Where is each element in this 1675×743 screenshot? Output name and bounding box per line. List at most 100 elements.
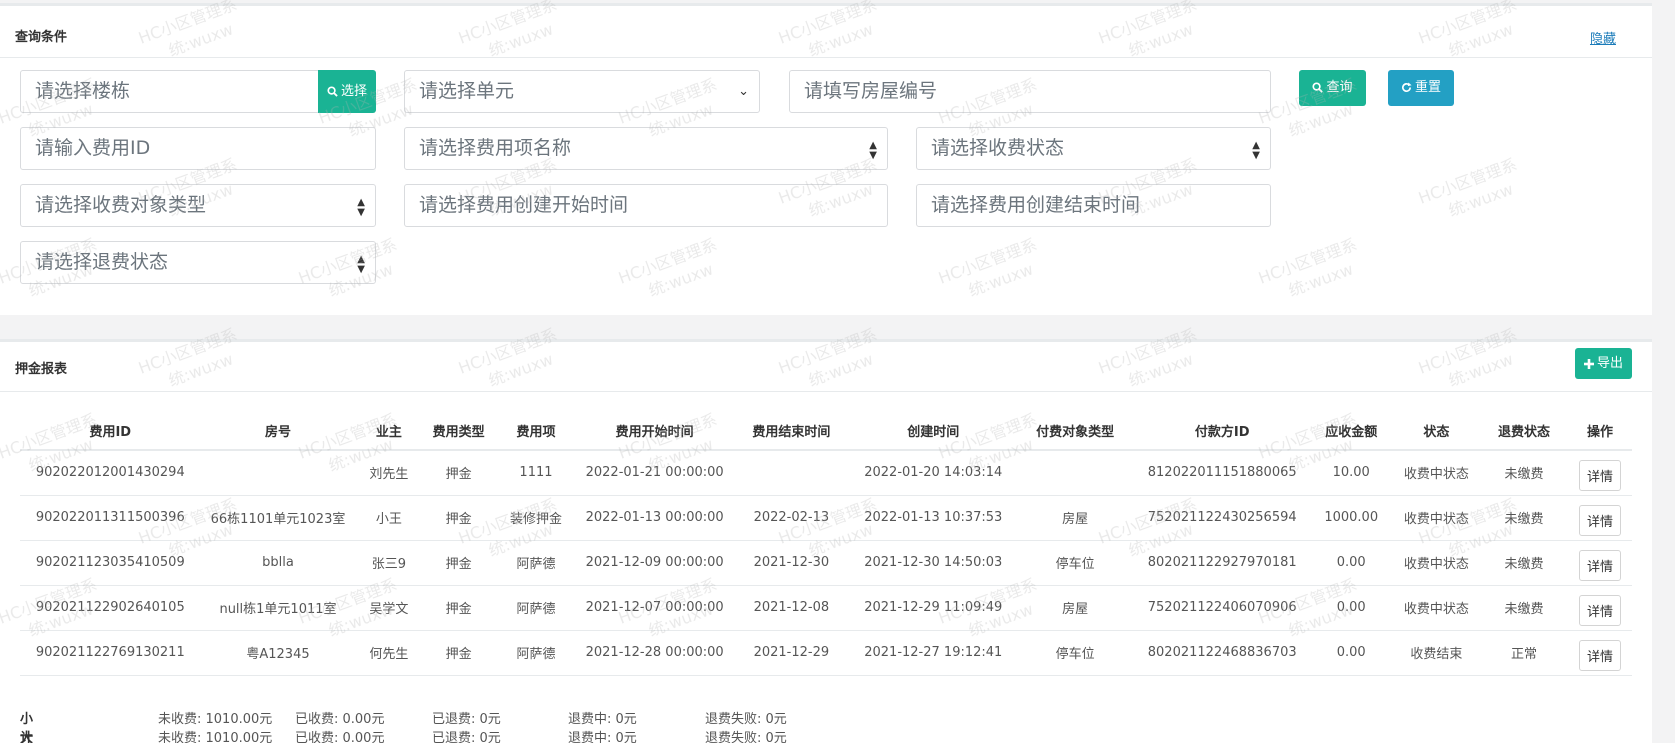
- table-row: 902022012001430294 刘先生 押金 1111 2022-01-21 00…: [20, 450, 1632, 496]
- table-cell: 1000.00: [1309, 495, 1393, 541]
- table-cell: 902021122902640105: [20, 585, 201, 631]
- table-cell: 房屋: [1015, 585, 1135, 631]
- table-cell: 2021-12-07 00:00:00: [577, 585, 733, 631]
- table-cell: 2022-01-13 10:37:53: [850, 495, 1016, 541]
- create-end-time-input[interactable]: 请选择费用创建结束时间: [916, 184, 1271, 227]
- column-header: 状态: [1392, 412, 1481, 451]
- table-cell: 何先生: [355, 630, 423, 676]
- column-header: 费用类型: [422, 412, 495, 451]
- search-button[interactable]: 查询: [1299, 70, 1366, 106]
- report-panel-header: 押金报表 导出: [0, 342, 1652, 392]
- total-label: 大计: [20, 731, 34, 743]
- table-cell: 0.00: [1309, 540, 1393, 586]
- search-icon: [1312, 82, 1324, 93]
- column-header: 费用结束时间: [732, 412, 851, 451]
- reset-button[interactable]: 重置: [1388, 70, 1454, 106]
- subtotal-refund-failed: 退费失败: 0元: [705, 712, 787, 727]
- table-cell: [732, 450, 851, 496]
- charge-status-select[interactable]: 请选择收费状态 ▲ ▼: [916, 127, 1271, 170]
- column-header: 费用ID: [20, 412, 201, 451]
- table-cell: 刘先生: [355, 450, 423, 496]
- table-cell: 2021-12-09 00:00:00: [577, 540, 733, 586]
- table-cell: 1111: [494, 450, 578, 496]
- detail-button[interactable]: 详情: [1578, 595, 1621, 626]
- payer-type-select-value: 请选择收费对象类型: [35, 194, 207, 216]
- table-cell: 902022012001430294: [20, 450, 201, 496]
- table-cell: 0.00: [1309, 630, 1393, 676]
- refund-status-select-value: 请选择退费状态: [35, 251, 169, 273]
- building-input[interactable]: 请选择楼栋: [20, 70, 320, 113]
- table-cell: 2021-12-28 00:00:00: [577, 630, 733, 676]
- room-number-input[interactable]: 请填写房屋编号: [789, 70, 1271, 113]
- unit-select[interactable]: 请选择单元 ⌄: [404, 70, 760, 113]
- table-cell: 张三9: [355, 540, 423, 586]
- table-cell: null栋1单元1011室: [200, 585, 356, 631]
- detail-button[interactable]: 详情: [1578, 640, 1621, 671]
- payer-type-select[interactable]: 请选择收费对象类型 ▲ ▼: [20, 184, 376, 227]
- subtotal-unpaid: 未收费: 1010.00元: [158, 712, 273, 727]
- table-cell: 押金: [422, 450, 495, 496]
- plus-icon: [1583, 359, 1594, 369]
- table-cell: 停车位: [1015, 540, 1135, 586]
- detail-button[interactable]: 详情: [1578, 460, 1621, 492]
- search-icon: [327, 86, 338, 97]
- table-cell: 吴学文: [355, 585, 423, 631]
- column-header: 费用项: [494, 412, 578, 451]
- table-cell: 2022-02-13: [732, 495, 851, 541]
- table-cell: 收费中状态: [1392, 585, 1481, 631]
- table-cell: 收费中状态: [1392, 540, 1481, 586]
- sort-caret-icon: ▲ ▼: [357, 197, 365, 218]
- charge-status-select-value: 请选择收费状态: [931, 137, 1065, 159]
- table-cell: 802021122927970181: [1134, 540, 1310, 586]
- reset-button-label: 重置: [1414, 80, 1441, 95]
- table-cell: 802021122468836703: [1134, 630, 1310, 676]
- table-cell: 阿萨德: [494, 540, 578, 586]
- table-cell: 停车位: [1015, 630, 1135, 676]
- detail-button[interactable]: 详情: [1578, 505, 1621, 536]
- table-cell: 752021122430256594: [1134, 495, 1310, 541]
- create-start-time-input[interactable]: 请选择费用创建开始时间: [404, 184, 888, 227]
- column-header: 操作: [1567, 412, 1632, 451]
- table-cell: 未缴费: [1480, 585, 1568, 631]
- table-cell-actions: 详情: [1567, 585, 1632, 631]
- hide-link[interactable]: 隐藏: [1590, 28, 1616, 47]
- column-header: 付费对象类型: [1015, 412, 1135, 451]
- table-cell-actions: 详情: [1567, 540, 1632, 586]
- table-cell: 押金: [422, 630, 495, 676]
- export-button[interactable]: 导出: [1575, 348, 1632, 379]
- query-panel-header: 查询条件 隐藏: [0, 6, 1652, 58]
- detail-button[interactable]: 详情: [1578, 550, 1621, 581]
- table-cell: 10.00: [1309, 450, 1393, 496]
- report-panel: 押金报表 导出 费用ID 房号 业主 费用类型 费用项 费用开始时间 费用结束时…: [0, 339, 1652, 743]
- column-header: 费用开始时间: [577, 412, 733, 451]
- fee-id-input[interactable]: 请输入费用ID: [20, 127, 376, 170]
- column-header: 创建时间: [850, 412, 1016, 451]
- column-header: 应收金额: [1309, 412, 1393, 451]
- table-cell: 66栋1101单元1023室: [200, 495, 356, 541]
- fee-item-select[interactable]: 请选择费用项名称 ▲ ▼: [404, 127, 888, 170]
- table-cell: 752021122406070906: [1134, 585, 1310, 631]
- table-cell: 2021-12-30 14:50:03: [850, 540, 1016, 586]
- refund-status-select[interactable]: 请选择退费状态 ▲ ▼: [20, 241, 376, 284]
- total-refunded: 已退费: 0元: [432, 731, 501, 743]
- table-cell-actions: 详情: [1567, 495, 1632, 541]
- table-cell: 2021-12-08: [732, 585, 851, 631]
- table-row: 902021123035410509 bblla 张三9 押金 阿萨德 2021-12-0…: [20, 540, 1632, 586]
- table-cell: 阿萨德: [494, 630, 578, 676]
- table-row: 902021122902640105 null栋1单元1011室 吴学文 押金 阿萨德 2…: [20, 585, 1632, 631]
- chevron-down-icon: ⌄: [738, 84, 749, 99]
- column-header: 业主: [355, 412, 423, 451]
- table-cell: 装修押金: [494, 495, 578, 541]
- query-panel-title: 查询条件: [15, 30, 68, 45]
- sort-caret-icon: ▲ ▼: [869, 140, 877, 161]
- column-header: 付款方ID: [1134, 412, 1310, 451]
- table-cell: 押金: [422, 495, 495, 541]
- subtotal-paid: 已收费: 0.00元: [295, 712, 385, 727]
- table-cell: 收费中状态: [1392, 495, 1481, 541]
- table-cell: 2022-01-21 00:00:00: [577, 450, 733, 496]
- table-row: 902022011311500396 66栋1101单元1023室 小王 押金 装修押金…: [20, 495, 1632, 541]
- table-cell: 812022011151880065: [1134, 450, 1310, 496]
- table-cell: bblla: [200, 540, 356, 586]
- deposit-report-table: 费用ID 房号 业主 费用类型 费用项 费用开始时间 费用结束时间 创建时间 付…: [20, 412, 1632, 676]
- select-building-button[interactable]: 选择: [318, 70, 376, 113]
